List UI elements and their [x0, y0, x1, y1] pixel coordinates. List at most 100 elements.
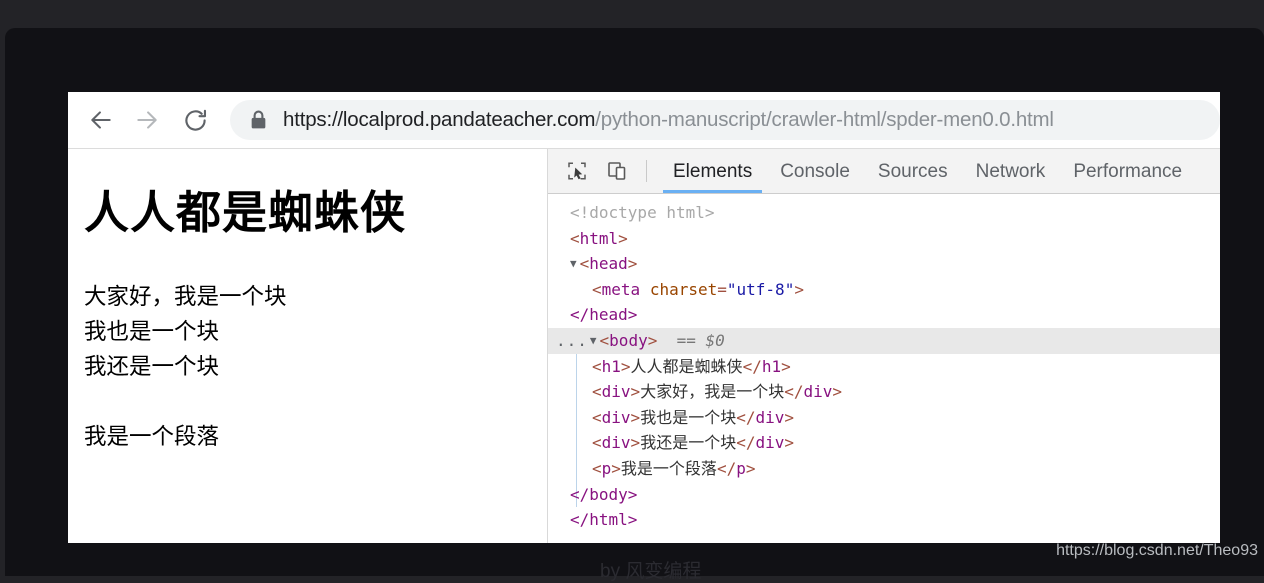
- doctype-text: <!doctype html>: [570, 203, 715, 222]
- meta-open-bracket: <: [592, 279, 602, 299]
- body-gap: [657, 331, 676, 350]
- address-bar-url: https://localprod.pandateacher.com/pytho…: [283, 108, 1054, 132]
- h1-open-gt: >: [620, 356, 631, 376]
- body-children-group: <h1>人人都是蜘蛛侠</h1> <div>大家好，我是一个块</div> <d…: [548, 353, 1220, 508]
- p-tag-name: p: [601, 458, 612, 478]
- p-close-gt: >: [745, 458, 756, 478]
- page-div-1: 大家好，我是一个块: [84, 283, 287, 309]
- div3-close-gt: >: [784, 433, 795, 453]
- back-arrow-icon[interactable]: [82, 101, 120, 139]
- browser-content-area: 人人都是蜘蛛侠 大家好，我是一个块 我也是一个块 我还是一个块 我是一个段落 E…: [68, 149, 1220, 543]
- browser-window: https://localprod.pandateacher.com/pytho…: [68, 92, 1220, 543]
- dom-row-div-2[interactable]: <div>我也是一个块</div>: [548, 405, 1220, 431]
- chevron-down-icon-head[interactable]: ▼: [570, 251, 577, 277]
- lock-icon: [250, 110, 267, 130]
- device-toolbar-icon[interactable]: [600, 156, 634, 186]
- page-viewport: 人人都是蜘蛛侠 大家好，我是一个块 我也是一个块 我还是一个块 我是一个段落: [68, 149, 548, 543]
- h1-close-lt: </: [742, 356, 762, 376]
- p-text-node: 我是一个段落: [620, 458, 717, 478]
- h1-tag-name: h1: [601, 356, 621, 376]
- page-heading: 人人都是蜘蛛侠: [84, 187, 407, 238]
- dom-row-html-open[interactable]: <html>: [548, 226, 1220, 252]
- meta-equals: =: [717, 279, 727, 299]
- body-open-bracket: <: [599, 330, 610, 350]
- div1-close-lt: </: [784, 382, 804, 402]
- html-close-tag: </html>: [570, 510, 638, 530]
- devtools-toolbar: Elements Console Sources Network Perform…: [548, 149, 1220, 194]
- page-div-2: 我也是一个块: [84, 318, 220, 344]
- html-tag-name: html: [579, 228, 619, 248]
- h1-text-node: 人人都是蜘蛛侠: [630, 356, 743, 376]
- url-path: /python-manuscript/crawler-html/spder-me…: [595, 108, 1054, 131]
- url-host: https://localprod.pandateacher.com: [283, 108, 596, 131]
- div2-close-gt: >: [784, 407, 795, 427]
- div2-close-tag-name: div: [755, 407, 785, 427]
- p-close-lt: </: [716, 458, 737, 478]
- html-open-bracket: <: [570, 228, 580, 248]
- p-close-tag-name: p: [736, 458, 746, 478]
- div3-open-gt: >: [630, 433, 641, 453]
- h1-open-bracket: <: [592, 356, 602, 376]
- tab-performance[interactable]: Performance: [1059, 150, 1196, 193]
- div3-text-node: 我还是一个块: [640, 433, 737, 453]
- h1-close-gt: >: [781, 356, 791, 376]
- toolbar-divider: [646, 160, 647, 182]
- chevron-down-icon-body[interactable]: ▼: [590, 328, 597, 354]
- meta-tag-name: meta: [601, 279, 641, 299]
- div2-open-bracket: <: [592, 407, 602, 427]
- head-tag-name: head: [589, 254, 628, 274]
- meta-attr-name: charset: [649, 279, 718, 299]
- p-open-bracket: <: [592, 458, 602, 478]
- div3-close-lt: </: [736, 433, 756, 453]
- tab-sources[interactable]: Sources: [864, 150, 962, 193]
- dom-row-html-close[interactable]: </html>: [548, 507, 1220, 533]
- selected-node-marker: == $0: [676, 330, 725, 350]
- inspect-element-icon[interactable]: [560, 156, 594, 186]
- div1-open-gt: >: [630, 382, 641, 402]
- meta-attr-value: "utf-8": [726, 279, 795, 299]
- page-div-3: 我还是一个块: [84, 353, 220, 379]
- address-bar[interactable]: https://localprod.pandateacher.com/pytho…: [230, 100, 1220, 140]
- tab-network[interactable]: Network: [962, 150, 1060, 193]
- dom-row-doctype[interactable]: <!doctype html>: [548, 200, 1220, 226]
- dom-tree: <!doctype html> <html> ▼ <head> <meta cha…: [548, 194, 1220, 533]
- div1-close-tag-name: div: [803, 382, 833, 402]
- head-close-tag: </head>: [570, 305, 638, 325]
- div3-close-tag-name: div: [755, 433, 785, 453]
- div1-close-gt: >: [832, 382, 843, 402]
- body-close-bracket: >: [647, 330, 658, 350]
- dom-row-paragraph[interactable]: <p>我是一个段落</p>: [548, 456, 1220, 482]
- devtools-panel: Elements Console Sources Network Perform…: [548, 149, 1220, 543]
- div3-open-bracket: <: [592, 433, 602, 453]
- div1-text-node: 大家好，我是一个块: [640, 382, 785, 402]
- dom-row-div-1[interactable]: <div>大家好，我是一个块</div>: [548, 379, 1220, 405]
- h1-close-tag-name: h1: [761, 356, 782, 376]
- tab-elements[interactable]: Elements: [659, 150, 766, 193]
- dom-row-h1[interactable]: <h1>人人都是蜘蛛侠</h1>: [548, 354, 1220, 380]
- dom-row-meta[interactable]: <meta charset="utf-8">: [548, 277, 1220, 303]
- head-close-bracket: >: [627, 254, 638, 274]
- html-close-bracket: >: [618, 228, 628, 248]
- screenshot-stage: https://localprod.pandateacher.com/pytho…: [0, 0, 1264, 582]
- meta-space: [640, 280, 650, 299]
- watermark-url: https://blog.csdn.net/Theo93: [1056, 542, 1258, 559]
- dom-row-body-close[interactable]: </body>: [548, 482, 1220, 508]
- meta-close-bracket: >: [794, 279, 804, 299]
- dom-row-div-3[interactable]: <div>我还是一个块</div>: [548, 430, 1220, 456]
- div2-tag-name: div: [601, 407, 631, 427]
- dom-row-head-open[interactable]: ▼ <head>: [548, 251, 1220, 277]
- div1-open-bracket: <: [592, 382, 602, 402]
- dom-row-head-close[interactable]: </head>: [548, 302, 1220, 328]
- div2-close-lt: </: [736, 407, 756, 427]
- dom-row-body-open[interactable]: ... ▼ <body> == $0: [548, 327, 1220, 354]
- p-open-gt: >: [611, 458, 621, 478]
- head-open-bracket: <: [579, 254, 590, 274]
- collapsed-dots[interactable]: ...: [548, 331, 590, 350]
- div3-tag-name: div: [601, 433, 631, 453]
- browser-toolbar: https://localprod.pandateacher.com/pytho…: [68, 92, 1220, 149]
- page-div-group: 大家好，我是一个块 我也是一个块 我还是一个块: [84, 279, 531, 384]
- reload-icon[interactable]: [176, 101, 214, 139]
- tab-console[interactable]: Console: [766, 150, 864, 193]
- div1-tag-name: div: [601, 382, 631, 402]
- forward-arrow-icon[interactable]: [128, 101, 166, 139]
